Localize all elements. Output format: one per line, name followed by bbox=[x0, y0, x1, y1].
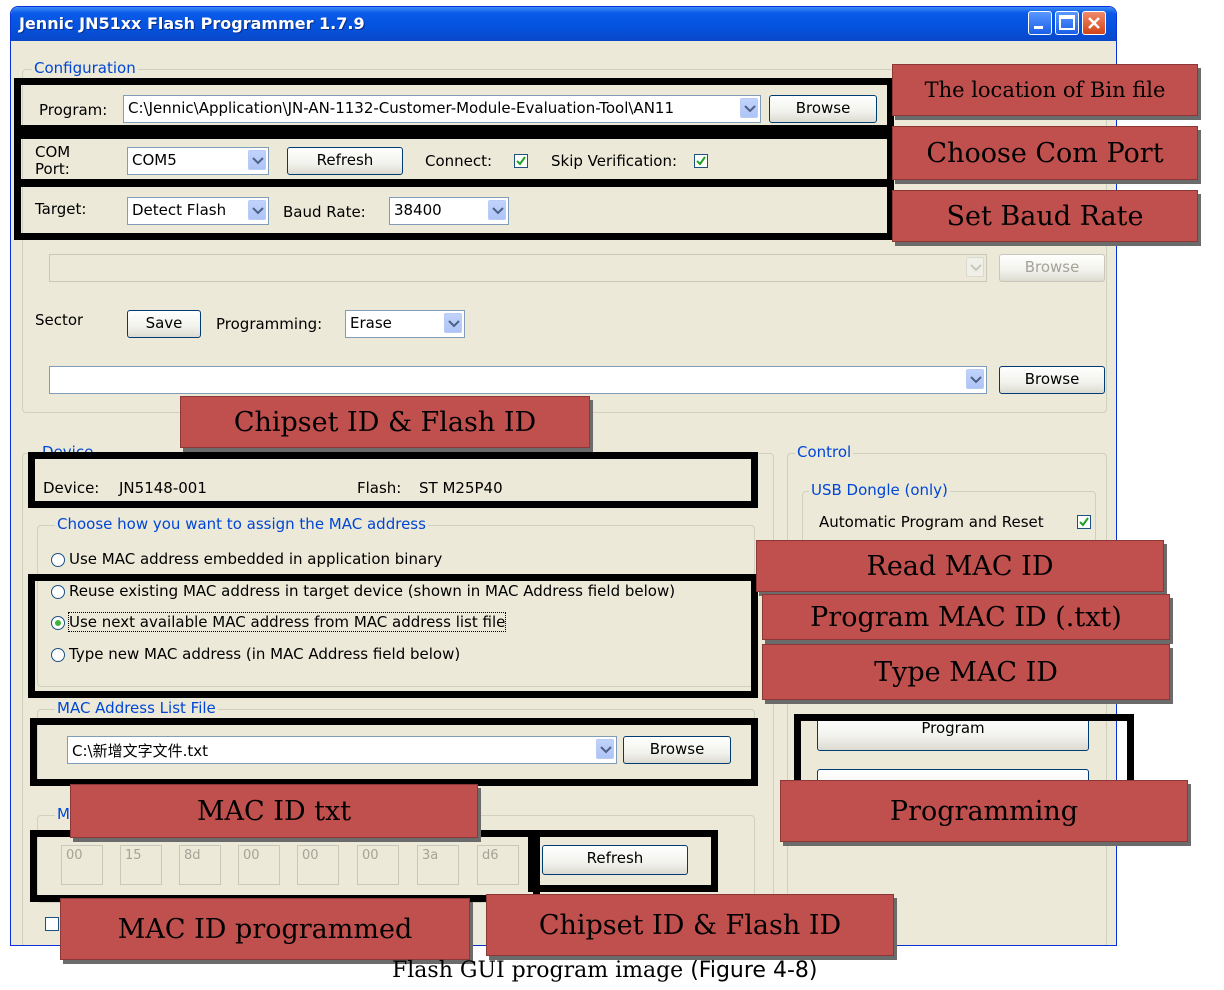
mac-refresh-highlight bbox=[528, 830, 718, 892]
programming-mode-value: Erase bbox=[350, 314, 392, 332]
programming-annotation: Programming bbox=[780, 780, 1188, 842]
automatic-program-reset-checkbox[interactable] bbox=[1077, 515, 1091, 529]
secondary-file-dropdown bbox=[966, 257, 984, 277]
caption-figure-number: (Figure 4-8) bbox=[690, 958, 818, 983]
mac-options-highlight bbox=[28, 574, 758, 698]
mac-programmed-annotation: MAC ID programmed bbox=[60, 898, 470, 960]
close-button[interactable] bbox=[1082, 11, 1106, 35]
mac-list-file-highlight bbox=[30, 718, 758, 786]
bottom-checkbox[interactable] bbox=[45, 917, 59, 931]
caption-text: Flash GUI program image bbox=[392, 958, 684, 983]
checkmark-icon bbox=[1079, 517, 1089, 527]
title-bar[interactable]: Jennic JN51xx Flash Programmer 1.7.9 bbox=[11, 7, 1116, 41]
baud-rate-annotation: Set Baud Rate bbox=[892, 190, 1198, 242]
mac-address-highlight bbox=[30, 830, 540, 902]
programming-mode-dropdown[interactable] bbox=[444, 313, 462, 333]
third-browse-button[interactable]: Browse bbox=[999, 366, 1105, 394]
program-path-highlight bbox=[14, 78, 894, 132]
read-mac-annotation: Read MAC ID bbox=[756, 540, 1164, 592]
program-button-highlight bbox=[794, 714, 1134, 788]
com-port-annotation: Choose Com Port bbox=[892, 126, 1198, 180]
chipset-flash-annotation-bottom: Chipset ID & Flash ID bbox=[486, 894, 894, 956]
bin-location-annotation: The location of Bin file bbox=[892, 64, 1198, 116]
programming-mode-combobox[interactable]: Erase bbox=[345, 310, 465, 338]
chevron-down-icon bbox=[970, 264, 982, 272]
mac-list-file-legend: MAC Address List File bbox=[55, 699, 218, 717]
device-info-highlight bbox=[28, 452, 758, 508]
secondary-browse-button: Browse bbox=[999, 254, 1105, 282]
program-mac-annotation: Program MAC ID (.txt) bbox=[762, 594, 1170, 640]
chevron-down-icon bbox=[970, 376, 982, 384]
secondary-file-combobox bbox=[49, 254, 987, 282]
usb-dongle-legend: USB Dongle (only) bbox=[809, 481, 950, 499]
figure-caption: Flash GUI program image (Figure 4-8) bbox=[392, 958, 817, 983]
com-port-highlight bbox=[14, 132, 894, 186]
chipset-flash-annotation-top: Chipset ID & Flash ID bbox=[180, 396, 590, 448]
chevron-down-icon bbox=[448, 320, 460, 328]
sector-label: Sector bbox=[35, 311, 84, 329]
mac-txt-annotation: MAC ID txt bbox=[70, 784, 478, 838]
minimize-button[interactable] bbox=[1028, 11, 1052, 35]
minimize-icon bbox=[1034, 26, 1043, 29]
third-file-dropdown[interactable] bbox=[966, 369, 984, 389]
baud-rate-highlight bbox=[14, 180, 894, 240]
sector-save-button[interactable]: Save bbox=[127, 310, 201, 338]
maximize-icon bbox=[1059, 15, 1075, 30]
mac-option-label-1: Use MAC address embedded in application … bbox=[69, 550, 443, 568]
configuration-legend: Configuration bbox=[32, 59, 138, 77]
mac-option-radio-1[interactable] bbox=[51, 553, 65, 567]
type-mac-annotation: Type MAC ID bbox=[762, 644, 1170, 700]
close-icon bbox=[1088, 17, 1100, 29]
control-legend: Control bbox=[795, 443, 854, 461]
third-file-combobox[interactable] bbox=[49, 366, 987, 394]
automatic-program-reset-label: Automatic Program and Reset bbox=[819, 513, 1044, 531]
mac-assign-legend: Choose how you want to assign the MAC ad… bbox=[55, 515, 428, 533]
window-title: Jennic JN51xx Flash Programmer 1.7.9 bbox=[19, 14, 365, 33]
programming-label: Programming: bbox=[216, 315, 323, 333]
maximize-button[interactable] bbox=[1055, 11, 1079, 35]
